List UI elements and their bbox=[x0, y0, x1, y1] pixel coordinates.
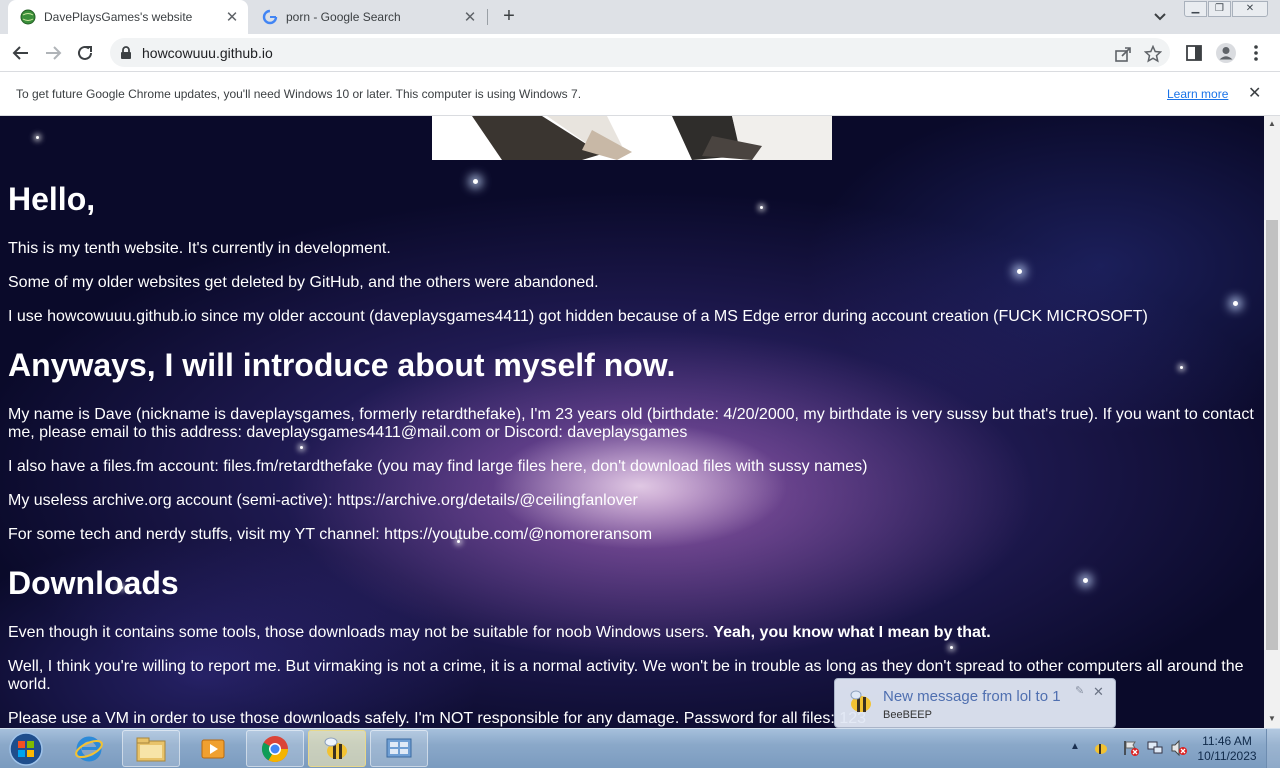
reload-icon bbox=[78, 45, 92, 60]
bee-icon bbox=[850, 690, 871, 712]
star-decoration bbox=[760, 206, 763, 209]
kebab-menu-icon[interactable] bbox=[1250, 43, 1262, 63]
show-desktop-button[interactable] bbox=[1266, 729, 1280, 768]
restore-window-button[interactable]: ❐ bbox=[1208, 1, 1231, 17]
beebeep-icon bbox=[324, 737, 347, 759]
forward-button[interactable] bbox=[40, 40, 66, 66]
paragraph-filesfm: I also have a files.fm account: files.fm… bbox=[8, 458, 868, 475]
taskbar-chrome[interactable] bbox=[246, 730, 304, 767]
tab-title: DavePlaysGames's website bbox=[44, 10, 193, 24]
media-player-icon bbox=[201, 739, 225, 758]
windows-taskbar: ▲ 11:46 AM 10/11/2023 bbox=[0, 728, 1280, 768]
notification-close-icon[interactable]: ✕ bbox=[1093, 684, 1104, 700]
network-icon[interactable] bbox=[1146, 739, 1164, 757]
action-center-flag-icon[interactable] bbox=[1122, 739, 1140, 757]
system-clock[interactable]: 11:46 AM 10/11/2023 bbox=[1196, 734, 1258, 764]
start-orb-icon[interactable] bbox=[6, 731, 46, 767]
notification-app-name: BeeBEEP bbox=[883, 709, 932, 721]
chrome-icon bbox=[261, 735, 289, 762]
tab-separator bbox=[487, 9, 488, 25]
volume-muted-icon[interactable] bbox=[1170, 739, 1188, 757]
folder-icon bbox=[136, 737, 166, 761]
page-viewport: Hello, This is my tenth website. It's cu… bbox=[0, 116, 1264, 728]
notification-title[interactable]: New message from lol to 1 bbox=[883, 688, 1061, 705]
paragraph-youtube: For some tech and nerdy stuffs, visit my… bbox=[8, 526, 653, 543]
tab-close-icon[interactable]: ✕ bbox=[460, 7, 480, 27]
side-panel-icon[interactable] bbox=[1185, 44, 1203, 62]
heading-hello: Hello, bbox=[8, 181, 96, 217]
infobar-message: To get future Google Chrome updates, you… bbox=[16, 87, 582, 101]
tab-close-icon[interactable]: ✕ bbox=[222, 7, 242, 27]
lock-icon[interactable] bbox=[120, 46, 132, 60]
url-text[interactable]: howcowuuu.github.io bbox=[142, 45, 273, 61]
heading-about: Anyways, I will introduce about myself n… bbox=[8, 347, 676, 383]
tab-strip: DavePlaysGames's website ✕ porn - Google… bbox=[0, 0, 1280, 34]
infobar-close-icon[interactable]: ✕ bbox=[1248, 83, 1261, 103]
paragraph-account: I use howcowuuu.github.io since my older… bbox=[8, 308, 1148, 325]
profile-avatar-icon[interactable] bbox=[1215, 42, 1237, 64]
paragraph-warning: Even though it contains some tools, thos… bbox=[8, 624, 1258, 642]
globe-favicon-icon bbox=[20, 9, 36, 25]
arrow-left-icon bbox=[12, 46, 28, 60]
scroll-down-icon[interactable]: ▼ bbox=[1268, 714, 1276, 723]
beebeep-notification[interactable]: New message from lol to 1 BeeBEEP ✎ ✕ bbox=[834, 678, 1116, 728]
star-decoration bbox=[473, 179, 478, 184]
arrow-right-icon bbox=[46, 46, 62, 60]
page-scrollbar[interactable]: ▲ ▼ bbox=[1264, 116, 1280, 728]
minimize-window-button[interactable]: ▁ bbox=[1184, 1, 1207, 17]
taskbar-internet-explorer[interactable] bbox=[60, 730, 118, 767]
scroll-up-icon[interactable]: ▲ bbox=[1268, 119, 1276, 128]
close-window-button[interactable]: ✕ bbox=[1232, 1, 1268, 17]
paragraph-name: My name is Dave (nickname is daveplaysga… bbox=[8, 406, 1254, 441]
taskbar-beebeep[interactable] bbox=[308, 730, 366, 767]
tab-daveplaysgames[interactable]: DavePlaysGames's website ✕ bbox=[8, 0, 248, 34]
paragraph-older-sites: Some of my older websites get deleted by… bbox=[8, 274, 599, 291]
star-decoration bbox=[1083, 578, 1088, 583]
header-banner-image bbox=[432, 116, 832, 160]
internet-explorer-icon bbox=[75, 736, 103, 761]
clock-date: 10/11/2023 bbox=[1197, 749, 1257, 763]
star-decoration bbox=[1180, 366, 1183, 369]
taskbar-control-panel[interactable] bbox=[370, 730, 428, 767]
tray-beebeep-icon[interactable] bbox=[1092, 739, 1110, 757]
new-tab-button[interactable]: + bbox=[498, 6, 520, 28]
warning-text: Even though it contains some tools, thos… bbox=[8, 624, 714, 641]
clock-time: 11:46 AM bbox=[1202, 734, 1252, 748]
scrollbar-thumb[interactable] bbox=[1266, 220, 1278, 650]
heading-downloads: Downloads bbox=[8, 565, 179, 601]
pin-icon[interactable]: ✎ bbox=[1075, 684, 1084, 697]
star-decoration bbox=[36, 136, 39, 139]
update-infobar: To get future Google Chrome updates, you… bbox=[0, 71, 1280, 116]
chevron-down-icon[interactable] bbox=[1150, 8, 1170, 26]
google-favicon-icon bbox=[262, 9, 278, 25]
control-panel-icon bbox=[386, 738, 412, 757]
tab-title: porn - Google Search bbox=[286, 10, 401, 24]
taskbar-media-player[interactable] bbox=[184, 730, 242, 767]
star-decoration bbox=[950, 646, 953, 649]
paragraph-archive: My useless archive.org account (semi-act… bbox=[8, 492, 638, 509]
address-bar[interactable]: howcowuuu.github.io bbox=[110, 38, 1170, 67]
back-button[interactable] bbox=[8, 40, 34, 66]
banner-photo bbox=[472, 116, 832, 160]
star-decoration bbox=[1233, 301, 1238, 306]
tab-google-search[interactable]: porn - Google Search ✕ bbox=[250, 0, 486, 34]
taskbar-windows-explorer[interactable] bbox=[122, 730, 180, 767]
reload-button[interactable] bbox=[72, 40, 98, 66]
bookmark-star-icon[interactable] bbox=[1144, 45, 1162, 63]
warning-bold-text: Yeah, you know what I mean by that. bbox=[713, 624, 991, 641]
show-hidden-icons-arrow-icon[interactable]: ▲ bbox=[1070, 741, 1080, 752]
browser-toolbar: howcowuuu.github.io bbox=[0, 34, 1280, 71]
learn-more-link[interactable]: Learn more bbox=[1167, 87, 1228, 101]
paragraph-intro: This is my tenth website. It's currently… bbox=[8, 240, 391, 257]
share-icon[interactable] bbox=[1114, 45, 1132, 63]
star-decoration bbox=[300, 446, 303, 449]
